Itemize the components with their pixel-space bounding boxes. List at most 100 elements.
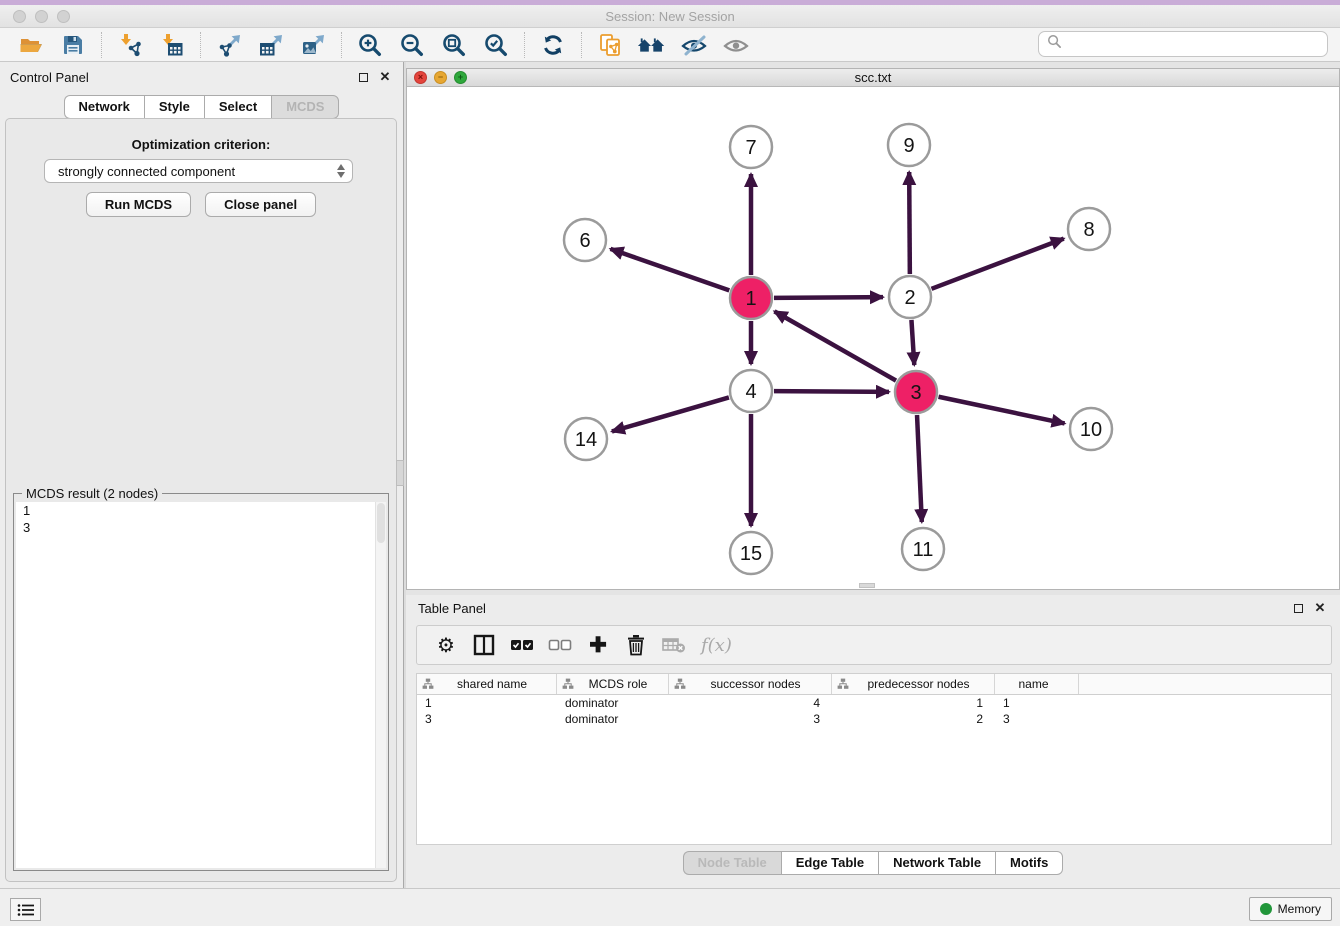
- tab-motifs[interactable]: Motifs: [995, 851, 1063, 875]
- close-panel-button[interactable]: ✕: [377, 69, 393, 85]
- table-float-button[interactable]: [1290, 600, 1306, 616]
- add-column-icon[interactable]: ✚: [585, 632, 611, 658]
- search-input[interactable]: [1062, 37, 1327, 52]
- edge-3-1[interactable]: [774, 311, 896, 380]
- close-panel-button-inline[interactable]: Close panel: [205, 192, 316, 217]
- column-header-name[interactable]: name: [995, 674, 1079, 694]
- search-field[interactable]: [1038, 31, 1328, 57]
- table-row[interactable]: 1dominator411: [417, 695, 1331, 711]
- edge-2-9[interactable]: [909, 172, 910, 274]
- mcds-tab-body: Optimization criterion: strongly connect…: [5, 118, 397, 882]
- tab-node-table[interactable]: Node Table: [683, 851, 781, 875]
- network-canvas[interactable]: 7 9 6 8 1 2 4 3 14 10 15 11: [407, 87, 1339, 589]
- optimization-criterion-select[interactable]: strongly connected component: [44, 159, 353, 183]
- graph-node-11[interactable]: 11: [902, 528, 944, 570]
- float-panel-button[interactable]: [355, 69, 371, 85]
- delete-table-icon[interactable]: [661, 632, 687, 658]
- gear-icon[interactable]: ⚙: [433, 632, 459, 658]
- select-all-columns-icon[interactable]: [509, 632, 535, 658]
- graph-node-1[interactable]: 1: [730, 277, 772, 319]
- cell-name: 3: [995, 712, 1079, 726]
- memory-button[interactable]: Memory: [1249, 897, 1332, 921]
- clone-network-icon[interactable]: [595, 31, 625, 59]
- refresh-icon[interactable]: [538, 31, 568, 59]
- network-graph: 7 9 6 8 1 2 4 3 14 10 15 11: [407, 87, 1339, 590]
- graph-node-2[interactable]: 2: [889, 276, 931, 318]
- export-image-icon[interactable]: [298, 31, 328, 59]
- edge-1-2[interactable]: [774, 297, 883, 298]
- edge-2-3[interactable]: [911, 320, 914, 365]
- column-type-icon: [422, 678, 434, 690]
- graph-node-6[interactable]: 6: [564, 219, 606, 261]
- graph-node-3[interactable]: 3: [895, 371, 937, 413]
- cell-shared-name: 1: [417, 696, 557, 710]
- graph-node-9[interactable]: 9: [888, 124, 930, 166]
- result-scrollbar[interactable]: [375, 502, 386, 868]
- zoom-in-icon[interactable]: [355, 31, 385, 59]
- table-row[interactable]: 3dominator323: [417, 711, 1331, 727]
- export-table-icon[interactable]: [256, 31, 286, 59]
- network-window-title: scc.txt: [407, 70, 1339, 85]
- zoom-selected-icon[interactable]: [481, 31, 511, 59]
- table-panel-title: Table Panel: [418, 601, 1284, 616]
- edge-4-14[interactable]: [612, 397, 729, 431]
- tab-edge-table[interactable]: Edge Table: [781, 851, 878, 875]
- toolbar-separator: [200, 32, 201, 58]
- table-close-button[interactable]: ✕: [1312, 600, 1328, 616]
- mcds-result-box: MCDS result (2 nodes) 13: [13, 493, 389, 871]
- delete-icon[interactable]: [623, 632, 649, 658]
- svg-text:4: 4: [745, 381, 756, 403]
- zoom-out-icon[interactable]: [397, 31, 427, 59]
- control-panel-tabs: NetworkStyleSelectMCDS: [0, 95, 403, 119]
- save-session-icon[interactable]: [58, 31, 88, 59]
- split-divider-handle[interactable]: [396, 460, 404, 486]
- graph-node-10[interactable]: 10: [1070, 408, 1112, 450]
- import-table-icon[interactable]: [157, 31, 187, 59]
- graph-node-8[interactable]: 8: [1068, 208, 1110, 250]
- svg-text:2: 2: [904, 287, 915, 309]
- cell-successor-nodes: 3: [669, 712, 832, 726]
- cell-name: 1: [995, 696, 1079, 710]
- graph-node-7[interactable]: 7: [730, 126, 772, 168]
- tab-select[interactable]: Select: [204, 95, 271, 119]
- tab-network[interactable]: Network: [64, 95, 144, 119]
- edge-4-3[interactable]: [774, 391, 889, 392]
- import-network-icon[interactable]: [115, 31, 145, 59]
- hide-eye-icon[interactable]: [679, 31, 709, 59]
- deselect-all-columns-icon[interactable]: [547, 632, 573, 658]
- graph-node-14[interactable]: 14: [565, 418, 607, 460]
- function-builder-icon[interactable]: f(x): [701, 635, 732, 656]
- column-header-shared-name[interactable]: shared name: [417, 674, 557, 694]
- tab-mcds[interactable]: MCDS: [271, 95, 339, 119]
- node-table: shared nameMCDS rolesuccessor nodesprede…: [416, 673, 1332, 845]
- column-header-successor-nodes[interactable]: successor nodes: [669, 674, 832, 694]
- edge-3-10[interactable]: [939, 397, 1065, 424]
- tab-network-table[interactable]: Network Table: [878, 851, 995, 875]
- selected-option-label: strongly connected component: [58, 164, 235, 179]
- svg-text:9: 9: [903, 135, 914, 157]
- column-header-MCDS-role[interactable]: MCDS role: [557, 674, 669, 694]
- optimization-criterion-label: Optimization criterion:: [6, 137, 396, 152]
- edge-2-8[interactable]: [932, 239, 1064, 289]
- network-window-titlebar[interactable]: × − + scc.txt: [407, 69, 1339, 87]
- edge-3-11[interactable]: [917, 415, 922, 522]
- table-body: 1dominator4113dominator323: [417, 695, 1331, 727]
- graph-node-15[interactable]: 15: [730, 532, 772, 574]
- export-network-icon[interactable]: [214, 31, 244, 59]
- home-icon[interactable]: [637, 31, 667, 59]
- tab-style[interactable]: Style: [144, 95, 204, 119]
- edge-1-6[interactable]: [610, 249, 729, 291]
- canvas-grip[interactable]: [859, 583, 875, 588]
- svg-text:7: 7: [745, 137, 756, 159]
- toolbar-separator: [341, 32, 342, 58]
- graph-node-4[interactable]: 4: [730, 370, 772, 412]
- zoom-fit-icon[interactable]: [439, 31, 469, 59]
- column-pane-icon[interactable]: [471, 632, 497, 658]
- open-session-icon[interactable]: [16, 31, 46, 59]
- task-history-button[interactable]: [10, 898, 41, 921]
- show-eye-icon[interactable]: [721, 31, 751, 59]
- mcds-result-text[interactable]: 13: [16, 502, 386, 868]
- run-mcds-button[interactable]: Run MCDS: [86, 192, 191, 217]
- column-header-predecessor-nodes[interactable]: predecessor nodes: [832, 674, 995, 694]
- table-toolbar: ⚙ ✚ f(x): [416, 625, 1332, 665]
